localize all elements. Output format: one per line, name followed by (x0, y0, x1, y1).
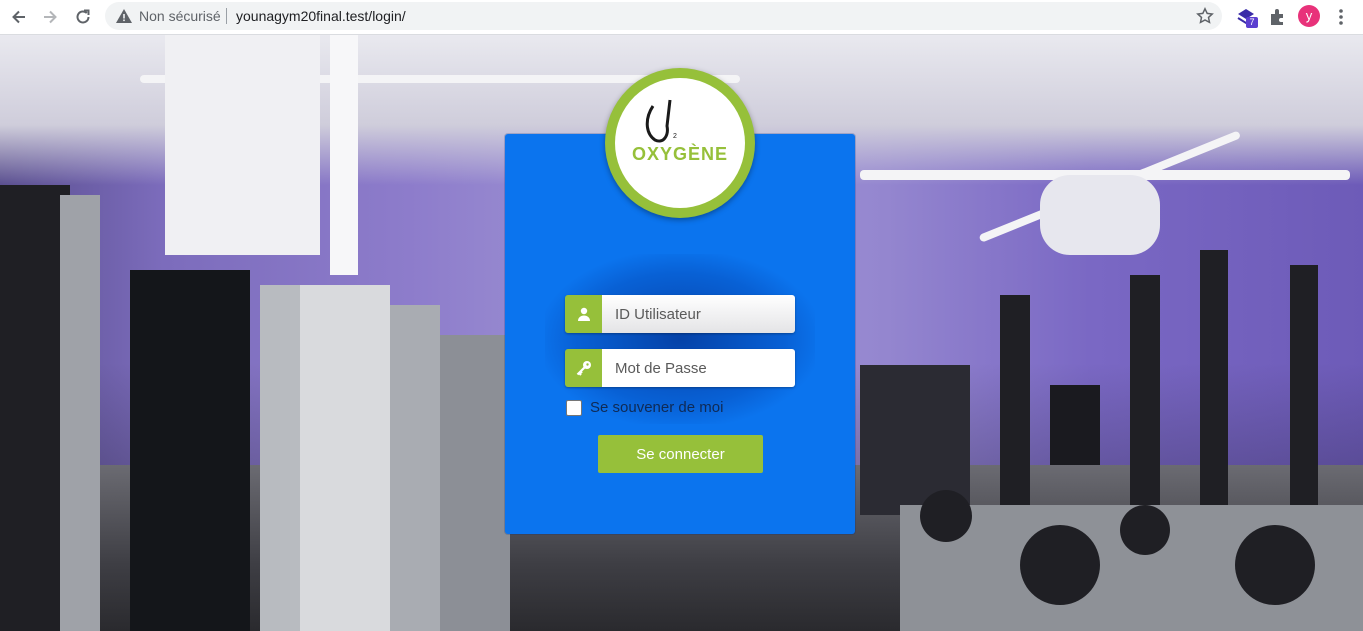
logo-mark-icon: 2 (645, 99, 677, 143)
security-status-label[interactable]: Non sécurisé (139, 8, 221, 24)
dumbbell (920, 490, 972, 542)
bookmark-star-icon[interactable] (1196, 7, 1214, 25)
machine-post (390, 305, 440, 631)
dumbbell (1020, 525, 1100, 605)
machine-post (260, 285, 300, 631)
puzzle-extensions-icon[interactable] (1267, 6, 1289, 28)
oxygene-logo: 2 OXYGÈNE (605, 68, 755, 218)
extension-badge: 7 (1246, 17, 1258, 28)
machine-panel (130, 270, 250, 631)
machine-frame (440, 335, 510, 631)
ventilation-duct (1040, 175, 1160, 255)
machine-tower (300, 285, 390, 631)
remember-checkbox[interactable] (566, 399, 582, 416)
password-input[interactable] (602, 349, 795, 387)
browser-toolbar: Non sécurisé younagym20final.test/login/… (0, 0, 1363, 35)
address-separator (226, 8, 227, 24)
column (165, 35, 320, 255)
remember-me[interactable]: Se souvener de moi (566, 399, 723, 416)
address-bar[interactable]: Non sécurisé younagym20final.test/login/ (105, 2, 1222, 30)
key-icon (565, 349, 602, 387)
svg-text:2: 2 (673, 133, 677, 140)
back-arrow-icon[interactable] (7, 5, 31, 29)
menu-kebab-icon[interactable] (1333, 7, 1349, 27)
forward-arrow-icon[interactable] (38, 5, 62, 29)
url-text[interactable]: younagym20final.test/login/ (236, 8, 406, 24)
remember-label[interactable]: Se souvener de moi (590, 399, 723, 416)
dumbbell (1235, 525, 1315, 605)
password-field (565, 349, 795, 387)
machine-post (60, 195, 100, 631)
reload-icon[interactable] (71, 5, 95, 29)
logo-text: OXYGÈNE (631, 144, 729, 164)
profile-avatar[interactable]: y (1298, 5, 1320, 27)
column (330, 35, 358, 275)
user-icon (565, 295, 602, 333)
speaker (1050, 385, 1100, 465)
dumbbell (1120, 505, 1170, 555)
logo-inner: 2 OXYGÈNE (615, 78, 745, 208)
username-field (565, 295, 795, 333)
username-input[interactable] (602, 295, 795, 333)
login-button[interactable]: Se connecter (598, 435, 763, 473)
warning-icon[interactable] (115, 7, 133, 25)
